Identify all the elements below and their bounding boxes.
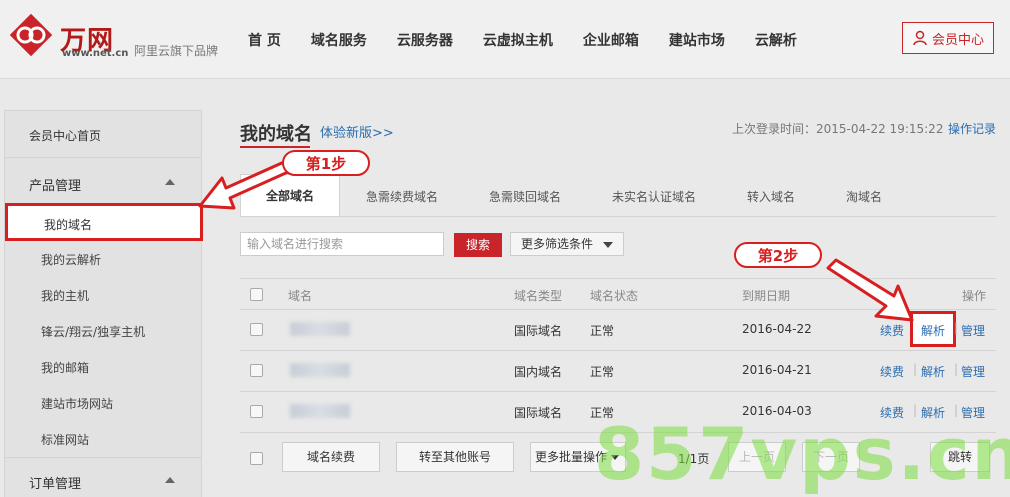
collapse-up-icon[interactable] <box>165 477 175 483</box>
caret-down-icon <box>603 242 613 248</box>
search-button[interactable]: 搜索 <box>454 233 502 257</box>
domain-search-input[interactable]: 输入域名进行搜索 <box>240 232 444 256</box>
renew-link[interactable]: 续费 <box>880 322 904 339</box>
top-header: 万网 www.net.cn 阿里云旗下品牌 首 页 域名服务 云服务器 云虚拟主… <box>0 0 1010 79</box>
dns-resolve-link[interactable]: 解析 <box>921 363 945 380</box>
nav-home[interactable]: 首 页 <box>248 30 281 50</box>
operation-log-link[interactable]: 操作记录 <box>948 120 996 137</box>
step2-arrow-icon <box>826 258 914 322</box>
blurred-domain-name <box>290 322 350 336</box>
manage-link[interactable]: 管理 <box>961 322 985 339</box>
member-center-label: 会员中心 <box>931 32 984 48</box>
nav-site-market[interactable]: 建站市场 <box>669 30 725 50</box>
site-watermark: 857vps.cn <box>594 412 1010 496</box>
sidebar-item-home[interactable]: 会员中心首页 <box>5 111 201 158</box>
col-ops: 操作 <box>962 289 987 303</box>
tab-unverified[interactable]: 未实名认证域名 <box>612 188 696 205</box>
bottom-select-all-checkbox[interactable] <box>250 452 263 465</box>
sidebar-divider <box>5 457 201 458</box>
nav-cloud-server[interactable]: 云服务器 <box>397 30 453 50</box>
blurred-domain-name <box>290 404 350 418</box>
manage-link[interactable]: 管理 <box>961 363 985 380</box>
sidebar-item-market-sites[interactable]: 建站市场网站 <box>41 395 113 412</box>
brand-tagline: 阿里云旗下品牌 <box>134 44 219 58</box>
sidebar-item-dedicated-hosts[interactable]: 锋云/翔云/独享主机 <box>41 323 145 340</box>
op-separator: | <box>954 362 959 376</box>
row-checkbox[interactable] <box>250 323 263 336</box>
tab-transfer-in[interactable]: 转入域名 <box>747 188 795 205</box>
select-all-checkbox[interactable] <box>250 288 263 301</box>
sidebar-item-standard-sites[interactable]: 标准网站 <box>41 431 89 448</box>
sidebar: 会员中心首页 产品管理 我的域名 我的云解析 我的主机 锋云/翔云/独享主机 我… <box>4 110 203 497</box>
nav-email[interactable]: 企业邮箱 <box>583 30 639 50</box>
tab-tao-domains[interactable]: 淘域名 <box>846 188 882 205</box>
step1-arrow-icon <box>198 160 290 210</box>
op-separator: | <box>913 362 918 376</box>
domain-type: 国际域名 <box>514 406 563 420</box>
domain-status: 正常 <box>590 324 615 338</box>
renew-link[interactable]: 续费 <box>880 363 904 380</box>
expire-date: 2016-04-21 <box>742 363 812 377</box>
batch-renew-button[interactable]: 域名续费 <box>282 442 380 472</box>
tab-renew-urgent[interactable]: 急需续费域名 <box>366 188 438 205</box>
nav-cloud-dns[interactable]: 云解析 <box>755 30 797 50</box>
collapse-up-icon[interactable] <box>165 179 175 185</box>
col-expire: 到期日期 <box>742 289 791 303</box>
page-title: 我的域名 <box>240 124 312 145</box>
expire-date: 2016-04-22 <box>742 322 812 336</box>
try-new-version-link[interactable]: 体验新版>> <box>320 122 394 141</box>
transfer-account-button[interactable]: 转至其他账号 <box>396 442 514 472</box>
sidebar-group-orders[interactable]: 订单管理 <box>29 473 81 492</box>
row-checkbox[interactable] <box>250 405 263 418</box>
step1-label: 第1步 <box>282 150 370 176</box>
step2-label: 第2步 <box>734 242 822 268</box>
title-underline <box>240 146 310 148</box>
brand-url: www.net.cn <box>62 48 129 59</box>
last-login-time: 上次登录时间：2015-04-22 19:15:22 <box>732 122 944 136</box>
col-status: 域名状态 <box>590 289 639 303</box>
sidebar-item-my-domains[interactable]: 我的域名 <box>5 203 203 241</box>
user-icon <box>913 30 927 46</box>
domain-type: 国内域名 <box>514 365 563 379</box>
op-separator: | <box>954 321 959 335</box>
table-row: 国内域名 正常 2016-04-21 续费 | 解析 | 管理 <box>240 350 996 392</box>
row-checkbox[interactable] <box>250 364 263 377</box>
sidebar-item-my-cloud-dns[interactable]: 我的云解析 <box>41 251 101 268</box>
sidebar-home-label: 会员中心首页 <box>29 129 102 143</box>
sidebar-item-my-hosts[interactable]: 我的主机 <box>41 287 89 304</box>
main-nav: 首 页 域名服务 云服务器 云虚拟主机 企业邮箱 建站市场 云解析 <box>248 30 827 50</box>
domain-tabs: 全部域名 急需续费域名 急需赎回域名 未实名认证域名 转入域名 淘域名 <box>240 174 996 217</box>
tab-redeem-urgent[interactable]: 急需赎回域名 <box>489 188 561 205</box>
sidebar-item-label: 我的域名 <box>44 218 93 232</box>
sidebar-item-my-email[interactable]: 我的邮箱 <box>41 359 89 376</box>
sidebar-group-product[interactable]: 产品管理 <box>29 175 81 194</box>
domain-type: 国际域名 <box>514 324 563 338</box>
wanwang-logo-icon <box>9 13 53 57</box>
col-type: 域名类型 <box>514 289 563 303</box>
member-center-button[interactable]: 会员中心 <box>902 22 994 54</box>
more-filters-label: 更多筛选条件 <box>521 237 594 251</box>
nav-domain[interactable]: 域名服务 <box>311 30 367 50</box>
more-filters-dropdown[interactable]: 更多筛选条件 <box>510 232 624 256</box>
col-domain: 域名 <box>288 289 313 303</box>
dns-resolve-link[interactable]: 解析 <box>921 322 945 339</box>
blurred-domain-name <box>290 363 350 377</box>
domain-status: 正常 <box>590 365 615 379</box>
nav-virtual-host[interactable]: 云虚拟主机 <box>483 30 553 50</box>
